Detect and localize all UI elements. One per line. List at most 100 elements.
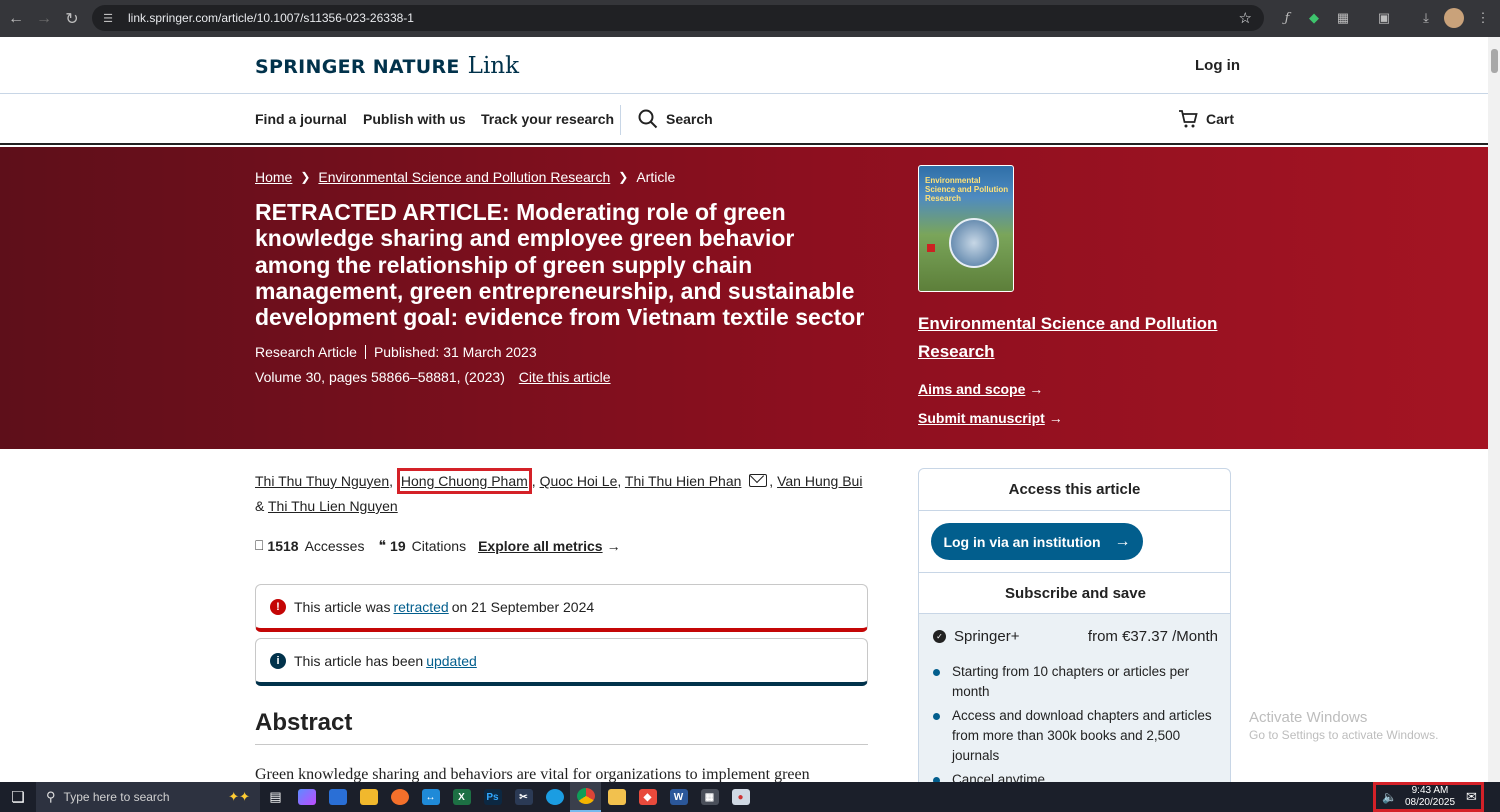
- author-link[interactable]: Thi Thu Lien Nguyen: [268, 498, 398, 514]
- abstract-divider: [255, 744, 868, 745]
- author-link[interactable]: Thi Thu Thuy Nguyen: [255, 473, 389, 489]
- updated-link[interactable]: updated: [426, 653, 477, 669]
- article-metrics: ⎕ 1518 Accesses ❝ 19 Citations Explore a…: [255, 537, 621, 554]
- reload-icon[interactable]: ↻: [58, 5, 86, 33]
- submit-label: Submit manuscript: [918, 410, 1045, 426]
- institution-login-button[interactable]: Log in via an institution →: [931, 523, 1143, 560]
- browser-menu-icon[interactable]: ⋮: [1473, 8, 1493, 28]
- word-app-icon[interactable]: W: [663, 782, 694, 812]
- retracted-link[interactable]: retracted: [393, 599, 448, 615]
- chrome-app-icon[interactable]: [570, 782, 601, 812]
- article-title: RETRACTED ARTICLE: Moderating role of gr…: [255, 199, 865, 331]
- snipping-app-icon[interactable]: ✂: [508, 782, 539, 812]
- windows-start-icon[interactable]: ❏: [0, 782, 36, 812]
- store-app-icon[interactable]: [322, 782, 353, 812]
- nav-find-journal[interactable]: Find a journal: [255, 111, 347, 127]
- breadcrumb-current: Article: [636, 169, 676, 185]
- article-type: Research Article: [255, 344, 357, 360]
- cite-this-article-link[interactable]: Cite this article: [519, 369, 611, 385]
- extensions-puzzle-icon[interactable]: ▦: [1333, 8, 1353, 28]
- author-and: &: [255, 498, 265, 514]
- plan-price: from €37.37 /Month: [1087, 628, 1218, 645]
- email-icon[interactable]: [749, 474, 768, 487]
- accesses-count: 1518: [267, 537, 299, 554]
- teamviewer-app-icon[interactable]: ↔: [415, 782, 446, 812]
- cart-icon: [1179, 110, 1198, 128]
- volume-icon[interactable]: 🔈: [1382, 790, 1397, 804]
- meta-divider: [364, 345, 366, 359]
- scrollbar-thumb[interactable]: [1491, 49, 1498, 73]
- chevron-right-icon: ❯: [618, 170, 629, 184]
- edge-app-icon[interactable]: [539, 782, 570, 812]
- author-link[interactable]: Thi Thu Hien Phan: [625, 473, 741, 489]
- login-link[interactable]: Log in: [1195, 57, 1240, 74]
- calculator-app-icon[interactable]: ▦: [694, 782, 725, 812]
- breadcrumb-home[interactable]: Home: [255, 169, 292, 185]
- copilot-app-icon[interactable]: [291, 782, 322, 812]
- nav-publish-with-us[interactable]: Publish with us: [363, 111, 466, 127]
- explore-metrics-link[interactable]: Explore all metrics: [478, 538, 603, 554]
- back-icon[interactable]: ←: [2, 5, 30, 33]
- volume-pages: Volume 30, pages 58866–58881, (2023): [255, 369, 505, 385]
- article-hero: Home ❯ Environmental Science and Polluti…: [0, 147, 1488, 449]
- notification-icon[interactable]: ✉: [1466, 789, 1477, 805]
- site-header: SPRINGER NATURE Link Log in: [0, 37, 1488, 94]
- firefox-app-icon[interactable]: [384, 782, 415, 812]
- shop-app-icon[interactable]: [353, 782, 384, 812]
- download-icon[interactable]: ⤓: [1416, 8, 1436, 28]
- published-date: Published: 31 March 2023: [373, 344, 537, 360]
- site-settings-icon[interactable]: ☰: [100, 10, 116, 26]
- forward-icon[interactable]: →: [30, 5, 58, 33]
- retraction-notice: ! This article was retracted on 21 Septe…: [255, 584, 868, 632]
- alert-icon: !: [270, 598, 286, 615]
- photoshop-app-icon[interactable]: Ps: [477, 782, 508, 812]
- paint-app-icon[interactable]: ●: [725, 782, 756, 812]
- plan-feature: Starting from 10 chapters or articles pe…: [933, 662, 1218, 702]
- arrow-right-icon: →: [606, 537, 621, 554]
- springer-plus-plan[interactable]: ✓ Springer+ from €37.37 /Month Starting …: [919, 614, 1230, 782]
- aims-and-scope-link[interactable]: Aims and scope →: [918, 381, 1043, 397]
- shield-extension-icon[interactable]: ◆: [1304, 8, 1324, 28]
- access-article-panel: Access this article Log in via an instit…: [918, 468, 1231, 782]
- watermark-subtitle: Go to Settings to activate Windows.: [1249, 728, 1439, 742]
- address-bar[interactable]: ☰ link.springer.com/article/10.1007/s113…: [92, 5, 1264, 31]
- task-view-icon[interactable]: ▤: [260, 782, 291, 812]
- profile-avatar[interactable]: [1444, 8, 1464, 28]
- abstract-heading: Abstract: [255, 709, 353, 736]
- accesses-label: Accesses: [304, 537, 365, 554]
- search-icon: ⚲: [46, 789, 56, 804]
- arrow-right-icon: →: [1048, 410, 1063, 426]
- breadcrumb-journal[interactable]: Environmental Science and Pollution Rese…: [318, 169, 610, 185]
- info-icon: i: [270, 652, 286, 669]
- translate-icon[interactable]: ▣: [1374, 8, 1394, 28]
- author-link-highlighted[interactable]: Hong Chuong Pham: [396, 468, 532, 494]
- search-button[interactable]: Search: [638, 109, 713, 129]
- url-text[interactable]: link.springer.com/article/10.1007/s11356…: [128, 11, 414, 25]
- font-extension-icon[interactable]: ƒ: [1277, 8, 1297, 28]
- page-scrollbar[interactable]: [1488, 37, 1500, 782]
- author-link[interactable]: Van Hung Bui: [777, 473, 862, 489]
- retracted-text-pre: This article was: [294, 598, 391, 615]
- journal-cover-image[interactable]: Environmental Science and Pollution Rese…: [918, 165, 1014, 292]
- activate-windows-watermark: Activate Windows Go to Settings to activ…: [1249, 709, 1438, 742]
- submit-manuscript-link[interactable]: Submit manuscript →: [918, 410, 1063, 426]
- bookmark-star-icon[interactable]: ☆: [1239, 9, 1252, 27]
- anydesk-app-icon[interactable]: ◆: [632, 782, 663, 812]
- nav-divider: [620, 105, 621, 135]
- browser-toolbar: ← → ↻ ☰ link.springer.com/article/10.100…: [0, 0, 1500, 37]
- cart-button[interactable]: Cart: [1178, 109, 1234, 129]
- plan-feature: Cancel anytime: [933, 770, 1218, 782]
- article-volume-line: Volume 30, pages 58866–58881, (2023) Cit…: [255, 369, 611, 385]
- author-link[interactable]: Quoc Hoi Le: [540, 473, 618, 489]
- journal-name-link[interactable]: Environmental Science and Pollution Rese…: [918, 310, 1218, 366]
- springer-nature-link-logo[interactable]: SPRINGER NATURE Link: [255, 53, 519, 79]
- windows-taskbar: ❏ ⚲ Type here to search ✦✦ ▤ ↔ X Ps ✂ ◆ …: [0, 782, 1500, 812]
- excel-app-icon[interactable]: X: [446, 782, 477, 812]
- search-label: Search: [666, 111, 713, 127]
- taskbar-search[interactable]: ⚲ Type here to search ✦✦: [36, 782, 260, 812]
- taskbar-clock[interactable]: 9:43 AM 08/20/2025: [1405, 785, 1455, 809]
- plan-features: Starting from 10 chapters or articles pe…: [933, 662, 1218, 782]
- file-explorer-app-icon[interactable]: [601, 782, 632, 812]
- nav-track-research[interactable]: Track your research: [481, 111, 614, 127]
- updated-text-pre: This article has been: [294, 652, 424, 669]
